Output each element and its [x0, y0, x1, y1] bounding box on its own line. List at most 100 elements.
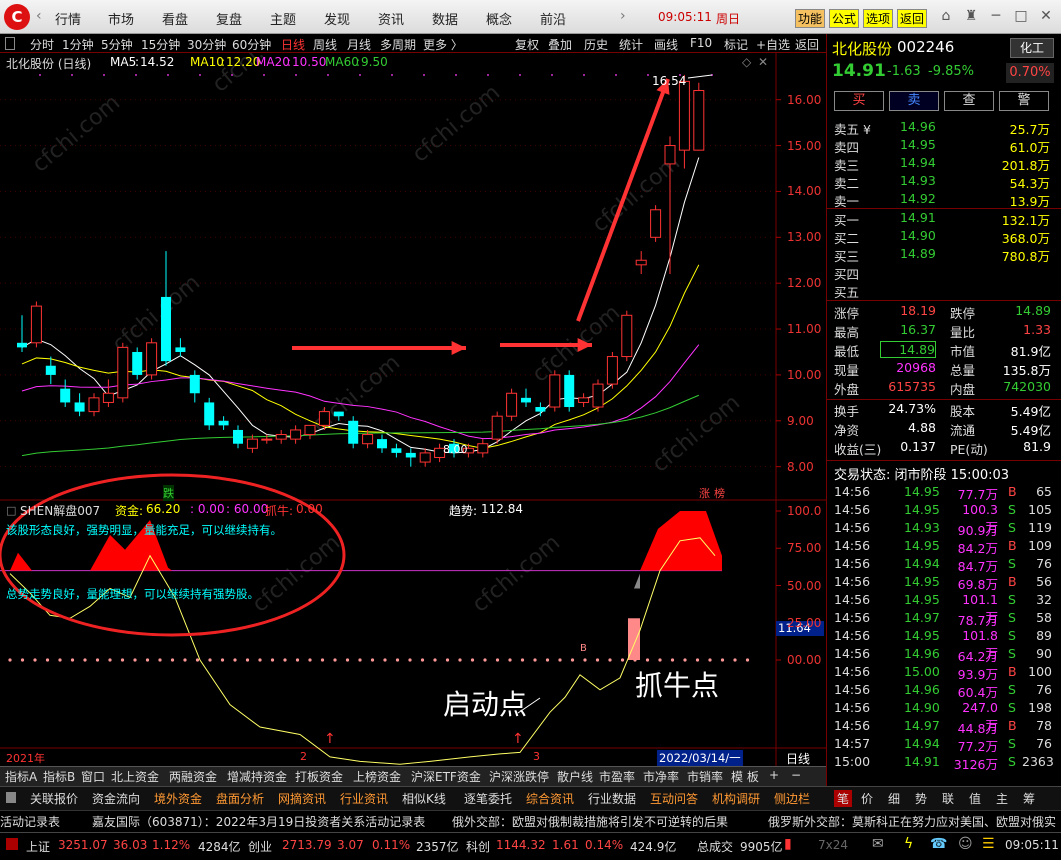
mail-icon[interactable]: ✉ [872, 836, 884, 852]
ticker-item[interactable]: 嘉友国际（603871）：2022年3月19日投资者关系活动记录表 [92, 813, 425, 830]
period-6[interactable]: 日线 [281, 36, 305, 53]
trade-button-1[interactable]: 卖 [889, 91, 939, 111]
info-tab-8[interactable]: 综合资讯 [526, 790, 574, 807]
home-icon[interactable]: ⌂ [935, 6, 957, 26]
indicator-tab-7[interactable]: 上榜资金 [353, 768, 401, 785]
indicator-tab-1[interactable]: 指标B [43, 768, 75, 785]
tool-6[interactable]: 标记 [724, 36, 748, 53]
info-tab-0[interactable]: 关联报价 [30, 790, 78, 807]
tool-1[interactable]: 叠加 [548, 36, 572, 53]
maximize-icon[interactable]: □ [1010, 6, 1032, 26]
diamond-icon[interactable]: ◇ [742, 55, 751, 69]
info-tab-1[interactable]: 资金流向 [92, 790, 140, 807]
tool-7[interactable]: +自选 [756, 36, 790, 53]
detail-tab-5[interactable]: 值 [969, 790, 981, 807]
detail-tab-4[interactable]: 联 [942, 790, 954, 807]
menu-item-8[interactable]: 概念 [486, 9, 512, 28]
menu-item-1[interactable]: 市场 [108, 9, 134, 28]
period-2[interactable]: 5分钟 [101, 36, 133, 53]
indicator-tab-3[interactable]: 北上资金 [111, 768, 159, 785]
indicator-tab-0[interactable]: 指标A [5, 768, 37, 785]
indicator-tab-6[interactable]: 打板资金 [295, 768, 343, 785]
indicator-tab-2[interactable]: 窗口 [81, 768, 105, 785]
back-arrow-icon[interactable]: ‹ [36, 8, 42, 24]
indicator-expand-icon[interactable]: □ [6, 504, 16, 517]
indicator-tab-4[interactable]: 两融资金 [169, 768, 217, 785]
info-tab-6[interactable]: 相似K线 [402, 790, 446, 807]
indicator-tab-15[interactable]: + [769, 768, 779, 782]
indicator-tab-11[interactable]: 市盈率 [599, 768, 635, 785]
detail-tab-3[interactable]: 势 [915, 790, 927, 807]
period-7[interactable]: 周线 [313, 36, 337, 53]
period-0[interactable]: 分时 [30, 36, 54, 53]
sector-button[interactable]: 化工 [1010, 38, 1054, 58]
tool-0[interactable]: 复权 [515, 36, 539, 53]
user-icon[interactable]: ☺ [958, 836, 973, 852]
detail-tab-1[interactable]: 价 [861, 790, 873, 807]
indicator-tab-12[interactable]: 市净率 [643, 768, 679, 785]
trade-button-3[interactable]: 警 [999, 91, 1049, 111]
phone-icon[interactable]: ☎ [930, 836, 947, 852]
menu-item-5[interactable]: 发现 [324, 9, 350, 28]
period-1[interactable]: 1分钟 [62, 36, 94, 53]
kline-chart[interactable]: cfchi.com cfchi.comcfchi.comcfchi.comcfch… [0, 53, 826, 766]
top-button-2[interactable]: 选项 [863, 9, 894, 28]
top-button-0[interactable]: 功能 [795, 9, 826, 28]
close-chart-icon[interactable]: ✕ [758, 55, 768, 69]
info-tab-9[interactable]: 行业数据 [588, 790, 636, 807]
detail-tab-2[interactable]: 细 [888, 790, 900, 807]
period-5[interactable]: 60分钟 [232, 36, 271, 53]
period-9[interactable]: 多周期 [380, 36, 416, 53]
trade-button-0[interactable]: 买 [834, 91, 884, 111]
tool-2[interactable]: 历史 [584, 36, 608, 53]
info-tab-4[interactable]: 网摘资讯 [278, 790, 326, 807]
close-icon[interactable]: ✕ [1035, 6, 1057, 26]
detail-tab-0[interactable]: 笔 [834, 790, 853, 807]
expand-square-icon[interactable] [6, 792, 16, 803]
info-tab-11[interactable]: 机构调研 [712, 790, 760, 807]
period-3[interactable]: 15分钟 [141, 36, 180, 53]
menu-item-6[interactable]: 资讯 [378, 9, 404, 28]
info-tab-7[interactable]: 逐笔委托 [464, 790, 512, 807]
ticker-item[interactable]: 俄罗斯外交部：莫斯科正在努力应对美国、欧盟对俄实 [768, 813, 1056, 830]
indicator-name[interactable]: SHEN解盘007 [20, 502, 100, 519]
menu-item-7[interactable]: 数据 [432, 9, 458, 28]
top-button-1[interactable]: 公式 [829, 9, 860, 28]
menu-item-9[interactable]: 前沿 [540, 9, 566, 28]
settings-icon[interactable]: ☰ [982, 836, 995, 852]
indicator-tab-8[interactable]: 沪深ETF资金 [411, 768, 481, 785]
detail-tab-7[interactable]: 筹 [1023, 790, 1035, 807]
tool-8[interactable]: 返回 [795, 36, 819, 53]
indicator-tab-10[interactable]: 散户线 [557, 768, 593, 785]
menu-item-3[interactable]: 复盘 [216, 9, 242, 28]
indicator-tab-16[interactable]: − [791, 768, 801, 782]
indicator-tab-13[interactable]: 市销率 [687, 768, 723, 785]
info-tab-3[interactable]: 盘面分析 [216, 790, 264, 807]
info-tab-2[interactable]: 境外资金 [154, 790, 202, 807]
info-tab-12[interactable]: 侧边栏 [774, 790, 810, 807]
minimize-icon[interactable]: ─ [985, 6, 1007, 26]
info-tab-5[interactable]: 行业资讯 [340, 790, 388, 807]
indicator-tab-14[interactable]: 模 板 [731, 768, 759, 785]
forward-arrow-icon[interactable]: › [620, 8, 626, 24]
ticker-item[interactable]: 活动记录表 [0, 813, 60, 830]
menu-item-0[interactable]: 行情 [55, 9, 81, 28]
period-8[interactable]: 月线 [347, 36, 371, 53]
menu-item-4[interactable]: 主题 [270, 9, 296, 28]
info-tab-10[interactable]: 互动问答 [650, 790, 698, 807]
detail-tab-6[interactable]: 主 [996, 790, 1008, 807]
lightning-icon[interactable]: ϟ [904, 836, 913, 852]
period-4[interactable]: 30分钟 [187, 36, 226, 53]
period-10[interactable]: 更多 〉 [423, 36, 463, 53]
indicator-tab-9[interactable]: 沪深涨跌停 [489, 768, 549, 785]
trade-button-2[interactable]: 查 [944, 91, 994, 111]
tool-5[interactable]: F10 [690, 36, 712, 50]
tool-4[interactable]: 画线 [654, 36, 678, 53]
shirt-icon[interactable]: ♜ [960, 6, 982, 26]
expand-icon[interactable] [5, 37, 15, 50]
menu-item-2[interactable]: 看盘 [162, 9, 188, 28]
ticker-item[interactable]: 俄外交部：欧盟对俄制裁措施将引发不可逆转的后果 [452, 813, 728, 830]
top-button-3[interactable]: 返回 [897, 9, 928, 28]
indicator-tab-5[interactable]: 增减持资金 [227, 768, 287, 785]
tool-3[interactable]: 统计 [619, 36, 643, 53]
